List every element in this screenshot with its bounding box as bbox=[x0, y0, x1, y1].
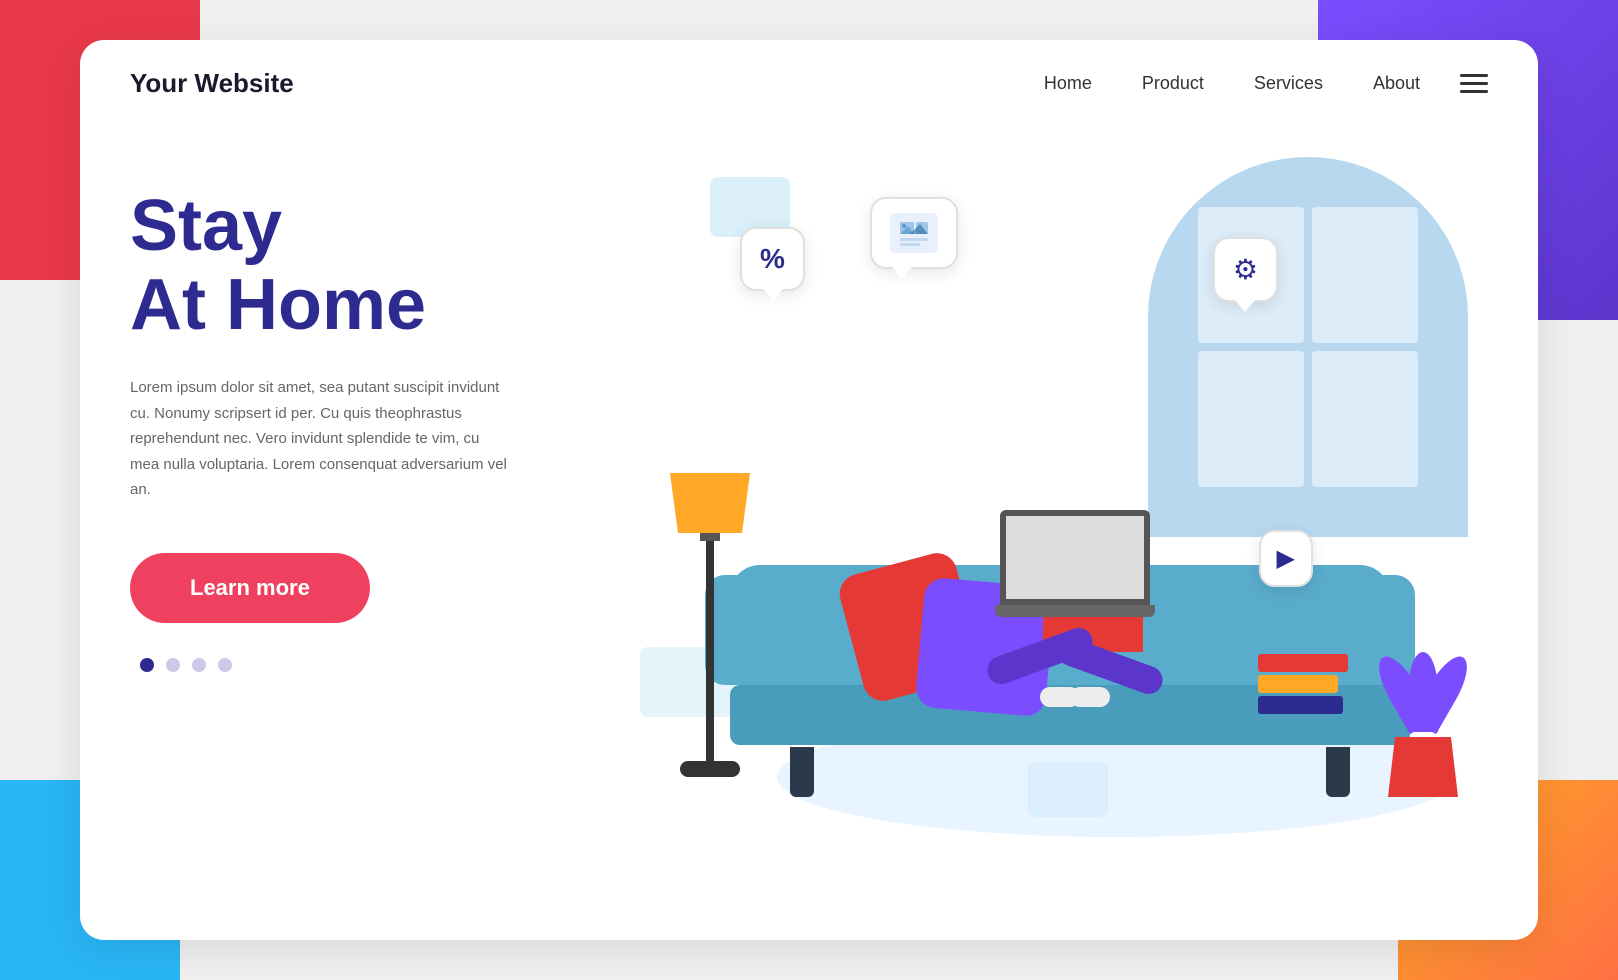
hero-illustration: % ⚙ bbox=[610, 147, 1488, 897]
lamp-shade bbox=[670, 473, 750, 533]
hamburger-line bbox=[1460, 90, 1488, 93]
foot-right bbox=[1070, 687, 1110, 707]
book-2 bbox=[1258, 675, 1338, 693]
nav-product[interactable]: Product bbox=[1142, 73, 1204, 94]
sofa-leg-1 bbox=[790, 747, 814, 797]
book-3 bbox=[1258, 696, 1343, 714]
bubble-image bbox=[870, 197, 958, 269]
main-card: Your Website Home Product Services About… bbox=[80, 40, 1538, 940]
nav-home[interactable]: Home bbox=[1044, 73, 1092, 94]
person-legs bbox=[985, 642, 1165, 702]
dot-4[interactable] bbox=[218, 658, 232, 672]
lamp-base bbox=[680, 761, 740, 777]
hero-title-line1: Stay bbox=[130, 186, 282, 266]
sofa-legs bbox=[730, 747, 1410, 797]
floor-lamp bbox=[670, 473, 750, 777]
hamburger-line bbox=[1460, 82, 1488, 85]
nav-about[interactable]: About bbox=[1373, 73, 1420, 94]
hero-section: Stay At Home Lorem ipsum dolor sit amet,… bbox=[80, 127, 1538, 937]
laptop-screen bbox=[1000, 510, 1150, 605]
bubble-play: ▶ bbox=[1259, 530, 1313, 587]
window-pane-3 bbox=[1198, 351, 1304, 487]
sofa-leg-2 bbox=[1326, 747, 1350, 797]
image-svg bbox=[896, 218, 932, 248]
hero-description: Lorem ipsum dolor sit amet, sea putant s… bbox=[130, 375, 510, 503]
carousel-dots bbox=[140, 658, 610, 672]
play-icon: ▶ bbox=[1277, 545, 1295, 572]
hamburger-line bbox=[1460, 74, 1488, 77]
navbar: Your Website Home Product Services About bbox=[80, 40, 1538, 127]
logo: Your Website bbox=[130, 68, 294, 99]
bubble-percent: % bbox=[740, 227, 805, 291]
dot-3[interactable] bbox=[192, 658, 206, 672]
plant-pot bbox=[1388, 737, 1458, 797]
hamburger-menu[interactable] bbox=[1460, 74, 1488, 93]
gear-icon: ⚙ bbox=[1233, 254, 1258, 285]
percent-icon: % bbox=[760, 243, 785, 274]
nav-services[interactable]: Services bbox=[1254, 73, 1323, 94]
laptop-base bbox=[995, 605, 1155, 617]
window-pane-4 bbox=[1312, 351, 1418, 487]
lamp-top bbox=[700, 533, 720, 541]
window-background bbox=[1148, 157, 1468, 537]
learn-more-button[interactable]: Learn more bbox=[130, 553, 370, 623]
plant-leaves bbox=[1388, 652, 1458, 732]
lamp-pole bbox=[706, 541, 714, 761]
dot-1[interactable] bbox=[140, 658, 154, 672]
hero-title: Stay At Home bbox=[130, 187, 610, 345]
nav-links: Home Product Services About bbox=[1044, 73, 1420, 94]
hero-left: Stay At Home Lorem ipsum dolor sit amet,… bbox=[130, 147, 610, 897]
laptop bbox=[1000, 510, 1155, 617]
dot-2[interactable] bbox=[166, 658, 180, 672]
hero-title-line2: At Home bbox=[130, 265, 426, 345]
book-1 bbox=[1258, 654, 1348, 672]
bubble-gear: ⚙ bbox=[1213, 237, 1278, 302]
window-pane-2 bbox=[1312, 207, 1418, 343]
image-icon bbox=[890, 213, 938, 253]
books-stack bbox=[1258, 654, 1348, 717]
plant bbox=[1388, 652, 1458, 797]
